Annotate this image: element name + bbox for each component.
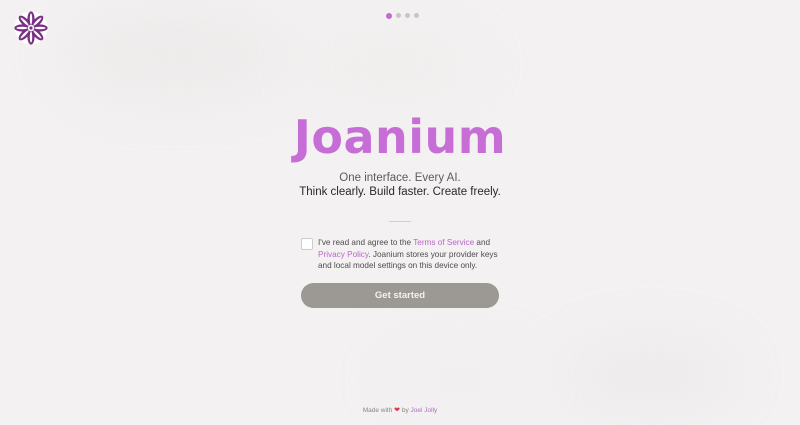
footer-by: by bbox=[401, 407, 409, 414]
pagination-dot[interactable] bbox=[414, 13, 419, 18]
author-link[interactable]: Joel Jolly bbox=[411, 407, 438, 414]
background-blob bbox=[380, 350, 540, 410]
consent-text: I've read and agree to the Terms of Serv… bbox=[318, 237, 503, 272]
divider bbox=[389, 221, 411, 222]
background-blob bbox=[60, 10, 290, 100]
get-started-button[interactable]: Get started bbox=[301, 283, 499, 308]
consent-text-before: I've read and agree to the bbox=[318, 238, 414, 247]
pagination-dot[interactable] bbox=[396, 13, 401, 18]
tagline: One interface. Every AI. bbox=[339, 172, 461, 184]
heart-icon: ❤ bbox=[394, 407, 401, 414]
consent-text-and: and bbox=[474, 238, 491, 247]
terms-of-service-link[interactable]: Terms of Service bbox=[413, 238, 474, 247]
footer-made-with: Made with bbox=[362, 407, 393, 414]
pagination-dot[interactable] bbox=[405, 13, 410, 18]
joanium-logo bbox=[14, 11, 48, 45]
pagination-dot[interactable] bbox=[386, 12, 392, 19]
joanium-flower-logo-icon bbox=[14, 11, 48, 45]
subtagline: Think clearly. Build faster. Create free… bbox=[299, 186, 501, 198]
background-blob bbox=[560, 340, 740, 410]
consent-checkbox[interactable] bbox=[301, 238, 313, 250]
onboarding-pagination bbox=[386, 12, 419, 19]
privacy-policy-link[interactable]: Privacy Policy bbox=[318, 250, 368, 259]
background-blob bbox=[300, 30, 480, 100]
app-title: Joanium bbox=[293, 110, 507, 164]
footer: Made with ❤ by Joel Jolly bbox=[0, 406, 800, 415]
